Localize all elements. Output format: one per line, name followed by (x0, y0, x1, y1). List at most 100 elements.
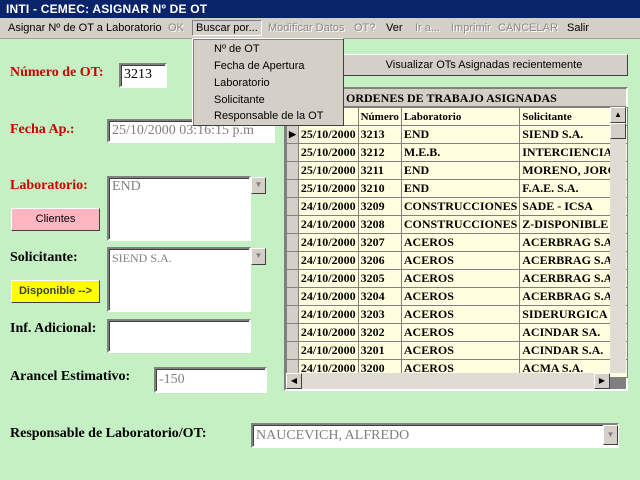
menu-ot[interactable]: OT? (354, 22, 375, 34)
grid-vertical-scrollbar[interactable]: ▲ (610, 107, 626, 373)
row-selector[interactable] (286, 323, 299, 342)
grid-header-numero[interactable]: Número (357, 107, 402, 126)
dropdown-item-numero-ot[interactable]: Nº de OT (214, 43, 260, 55)
scroll-left-icon[interactable]: ◀ (286, 373, 302, 389)
cell-numero[interactable]: 3210 (357, 179, 402, 198)
menu-imprimir[interactable]: Imprimir (451, 22, 491, 34)
table-row[interactable]: 24/10/2000 3201 ACEROS ACINDAR S.A. (286, 341, 628, 360)
cell-laboratorio[interactable]: ACEROS (400, 323, 521, 342)
cell-fecha[interactable]: 24/10/2000 (297, 269, 359, 288)
row-selector[interactable] (286, 251, 299, 270)
grid-header-laboratorio[interactable]: Laboratorio (400, 107, 521, 126)
cell-laboratorio[interactable]: ACEROS (400, 251, 521, 270)
laboratorio-field[interactable]: END (107, 176, 251, 241)
cell-numero[interactable]: 3211 (357, 161, 402, 180)
row-selector[interactable] (286, 269, 299, 288)
cell-laboratorio[interactable]: ACEROS (400, 287, 521, 306)
cell-numero[interactable]: 3206 (357, 251, 402, 270)
table-row[interactable]: 24/10/2000 3203 ACEROS SIDERURGICA (286, 305, 628, 324)
cell-laboratorio[interactable]: ACEROS (400, 341, 521, 360)
cell-numero[interactable]: 3205 (357, 269, 402, 288)
table-row[interactable]: 25/10/2000 3212 M.E.B. INTERCIENCIA (286, 143, 628, 162)
menu-ok[interactable]: OK (168, 22, 184, 34)
menu-ver[interactable]: Ver (386, 22, 403, 34)
table-row[interactable]: 24/10/2000 3205 ACEROS ACERBRAG S.A. (286, 269, 628, 288)
cell-fecha[interactable]: 24/10/2000 (297, 233, 359, 252)
scroll-up-icon[interactable]: ▲ (610, 107, 626, 123)
cell-numero[interactable]: 3209 (357, 197, 402, 216)
responsable-field[interactable]: NAUCEVICH, ALFREDO (251, 423, 619, 448)
row-selector[interactable] (286, 161, 299, 180)
cell-laboratorio[interactable]: END (400, 125, 521, 144)
laboratorio-dropdown-arrow-icon[interactable]: ▼ (251, 177, 266, 194)
cell-fecha[interactable]: 25/10/2000 (297, 125, 359, 144)
cell-laboratorio[interactable]: ACEROS (400, 269, 521, 288)
cell-laboratorio[interactable]: ACEROS (400, 233, 521, 252)
cell-laboratorio[interactable]: CONSTRUCCIONES (400, 197, 521, 216)
cell-fecha[interactable]: 24/10/2000 (297, 341, 359, 360)
cell-numero[interactable]: 3212 (357, 143, 402, 162)
grid-horizontal-scrollbar[interactable]: ◀ ▶ (286, 373, 610, 389)
table-row[interactable]: 24/10/2000 3204 ACEROS ACERBRAG S.A. (286, 287, 628, 306)
table-row[interactable]: 24/10/2000 3207 ACEROS ACERBRAG S.A. (286, 233, 628, 252)
cell-fecha[interactable]: 24/10/2000 (297, 251, 359, 270)
clientes-button[interactable]: Clientes (11, 208, 100, 231)
cell-numero[interactable]: 3204 (357, 287, 402, 306)
table-row[interactable]: 24/10/2000 3209 CONSTRUCCIONES SADE - ICSA (286, 197, 628, 216)
cell-fecha[interactable]: 24/10/2000 (297, 305, 359, 324)
table-row[interactable]: 24/10/2000 3202 ACEROS ACINDAR SA. (286, 323, 628, 342)
row-selector[interactable] (286, 341, 299, 360)
cell-numero[interactable]: 3202 (357, 323, 402, 342)
scroll-thumb[interactable] (610, 123, 626, 139)
solicitante-field[interactable]: SIEND S.A. (107, 247, 251, 312)
cell-fecha[interactable]: 24/10/2000 (297, 197, 359, 216)
menu-asignar[interactable]: Asignar Nº de OT a Laboratorio (8, 22, 162, 34)
cell-fecha[interactable]: 25/10/2000 (297, 179, 359, 198)
cell-numero[interactable]: 3213 (357, 125, 402, 144)
cell-laboratorio[interactable]: END (400, 161, 521, 180)
menu-modificar-datos[interactable]: Modificar Datos (268, 22, 344, 34)
table-row[interactable]: 25/10/2000 3211 END MORENO, JORGE (286, 161, 628, 180)
dropdown-item-fecha-apertura[interactable]: Fecha de Apertura (214, 60, 305, 72)
visualizar-ots-button[interactable]: Visualizar OTs Asignadas recientemente (320, 54, 628, 76)
dropdown-item-solicitante[interactable]: Solicitante (214, 94, 265, 106)
row-selector[interactable] (286, 179, 299, 198)
cell-laboratorio[interactable]: M.E.B. (400, 143, 521, 162)
inf-adicional-field[interactable] (107, 319, 251, 353)
cell-fecha[interactable]: 25/10/2000 (297, 143, 359, 162)
menu-cancelar[interactable]: CANCELAR (498, 22, 558, 34)
table-row[interactable]: 25/10/2000 3210 END F.A.E. S.A. (286, 179, 628, 198)
cell-fecha[interactable]: 24/10/2000 (297, 287, 359, 306)
dropdown-item-responsable[interactable]: Responsable de la OT (214, 110, 323, 122)
cell-numero[interactable]: 3207 (357, 233, 402, 252)
menu-salir[interactable]: Salir (567, 22, 589, 34)
table-row[interactable]: 24/10/2000 3206 ACEROS ACERBRAG S.A. (286, 251, 628, 270)
row-selector[interactable] (286, 305, 299, 324)
cell-numero[interactable]: 3201 (357, 341, 402, 360)
menu-buscar[interactable]: Buscar por... (192, 20, 262, 36)
ot-grid[interactable]: ORDENES DE TRABAJO ASIGNADAS Número Labo… (284, 87, 628, 391)
table-row[interactable]: ▶ 25/10/2000 3213 END SIEND S.A. (286, 125, 628, 144)
cell-laboratorio[interactable]: ACEROS (400, 305, 521, 324)
current-row-pointer-icon[interactable]: ▶ (286, 125, 299, 144)
row-selector[interactable] (286, 215, 299, 234)
row-selector[interactable] (286, 287, 299, 306)
cell-numero[interactable]: 3203 (357, 305, 402, 324)
cell-numero[interactable]: 3208 (357, 215, 402, 234)
disponible-button[interactable]: Disponible --> (11, 280, 100, 303)
table-row[interactable]: 24/10/2000 3208 CONSTRUCCIONES Z-DISPONIBLE (286, 215, 628, 234)
numero-ot-field[interactable]: 3213 (119, 63, 167, 88)
cell-fecha[interactable]: 25/10/2000 (297, 161, 359, 180)
row-selector[interactable] (286, 233, 299, 252)
menu-ir-a[interactable]: Ir a... (415, 22, 440, 34)
dropdown-item-laboratorio[interactable]: Laboratorio (214, 77, 270, 89)
arancel-estimativo-field[interactable]: -150 (154, 367, 267, 393)
responsable-dropdown-arrow-icon[interactable]: ▼ (603, 425, 618, 445)
solicitante-dropdown-arrow-icon[interactable]: ▼ (251, 248, 266, 265)
cell-laboratorio[interactable]: END (400, 179, 521, 198)
scroll-right-icon[interactable]: ▶ (594, 373, 610, 389)
row-selector[interactable] (286, 197, 299, 216)
cell-fecha[interactable]: 24/10/2000 (297, 323, 359, 342)
hscroll-track[interactable] (302, 373, 602, 389)
row-selector[interactable] (286, 143, 299, 162)
